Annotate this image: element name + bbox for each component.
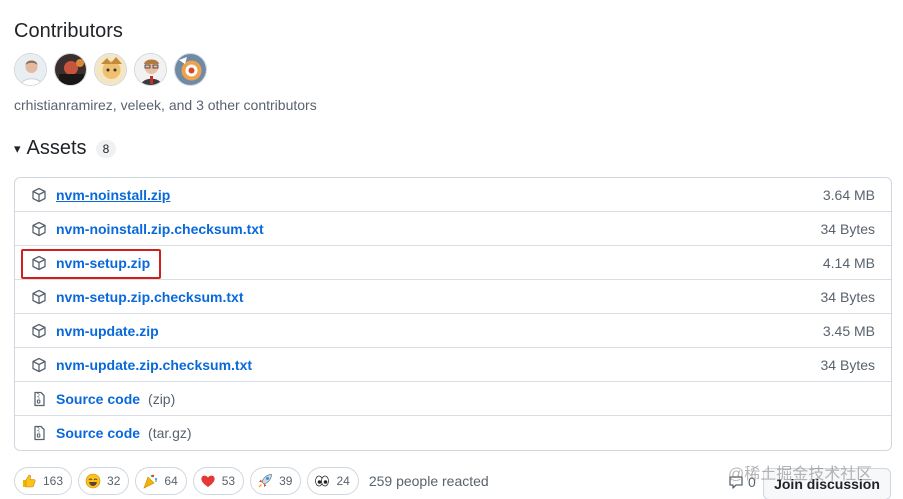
asset-size: 34 Bytes [820,356,875,373]
asset-size: 34 Bytes [820,220,875,237]
contributors-heading: Contributors [14,20,123,42]
asset-size: 3.45 MB [822,322,875,339]
source-code-link[interactable]: Source code [56,425,140,441]
reactions-summary: 259 people reacted [368,473,489,489]
source-code-format: (zip) [148,390,176,407]
contributors-summary: crhistianramirez, veleek, and 3 other co… [14,97,317,113]
hooray-icon [142,473,158,489]
package-icon [31,323,47,339]
heart-icon [200,473,216,489]
reaction-count: 24 [336,474,350,488]
reaction-count: 39 [279,474,293,488]
reaction-count: 53 [221,474,236,488]
avatar[interactable] [134,53,167,86]
reaction-heart[interactable]: 53 [192,467,245,495]
avatar[interactable] [94,53,127,86]
reaction-eyes[interactable]: 24 [307,467,359,495]
avatar[interactable] [54,53,87,86]
asset-link[interactable]: nvm-update.zip.checksum.txt [56,357,252,373]
caret-down-icon[interactable]: ▾ [14,141,21,157]
package-icon [31,357,47,373]
asset-size: 3.64 MB [822,186,875,203]
asset-row: Source code (zip) [15,382,891,416]
asset-row: nvm-setup.zip.checksum.txt 34 Bytes [15,280,891,314]
laugh-icon [85,473,101,489]
reaction-laugh[interactable]: 32 [78,467,130,495]
reaction-count: 32 [107,474,121,488]
file-zip-icon [31,425,47,441]
asset-row: nvm-update.zip 3.45 MB [15,314,891,348]
asset-row: nvm-update.zip.checksum.txt 34 Bytes [15,348,891,382]
thumbs-up-icon [21,473,37,489]
assets-list: nvm-noinstall.zip 3.64 MB nvm-noinstall.… [14,177,892,451]
asset-link[interactable]: nvm-noinstall.zip [56,187,170,203]
avatar[interactable] [174,53,207,86]
reaction-thumbs-up[interactable]: 163 [14,467,73,495]
file-zip-icon [31,391,47,407]
package-icon [31,221,47,237]
asset-row: nvm-noinstall.zip 3.64 MB [15,178,891,212]
package-icon [31,289,47,305]
highlight-box [21,249,161,279]
asset-link[interactable]: nvm-setup.zip.checksum.txt [56,289,244,305]
eyes-icon [314,473,330,489]
source-code-format: (tar.gz) [148,425,192,441]
assets-heading: Assets [26,137,87,159]
assets-count-badge: 8 [95,139,117,158]
asset-row: Source code (tar.gz) [15,416,891,450]
asset-size: 34 Bytes [820,288,875,305]
reaction-count: 64 [164,474,178,488]
source-code-link[interactable]: Source code [56,391,140,407]
assets-header[interactable]: ▾ Assets 8 [14,137,117,160]
reactions-bar: 163 32 64 53 39 24 259 people reacted [14,467,489,495]
asset-size: 4.14 MB [822,254,875,271]
asset-link[interactable]: nvm-update.zip [56,323,159,339]
reaction-hooray[interactable]: 64 [135,467,187,495]
rocket-icon [257,473,273,489]
reaction-count: 163 [43,474,64,488]
asset-link[interactable]: nvm-noinstall.zip.checksum.txt [56,221,264,237]
watermark: @稀土掘金技术社区 [728,466,873,483]
contributor-avatars [14,53,207,86]
package-icon [31,187,47,203]
reaction-rocket[interactable]: 39 [250,467,302,495]
asset-row: nvm-setup.zip 4.14 MB [15,246,891,280]
avatar[interactable] [14,53,47,86]
asset-row: nvm-noinstall.zip.checksum.txt 34 Bytes [15,212,891,246]
